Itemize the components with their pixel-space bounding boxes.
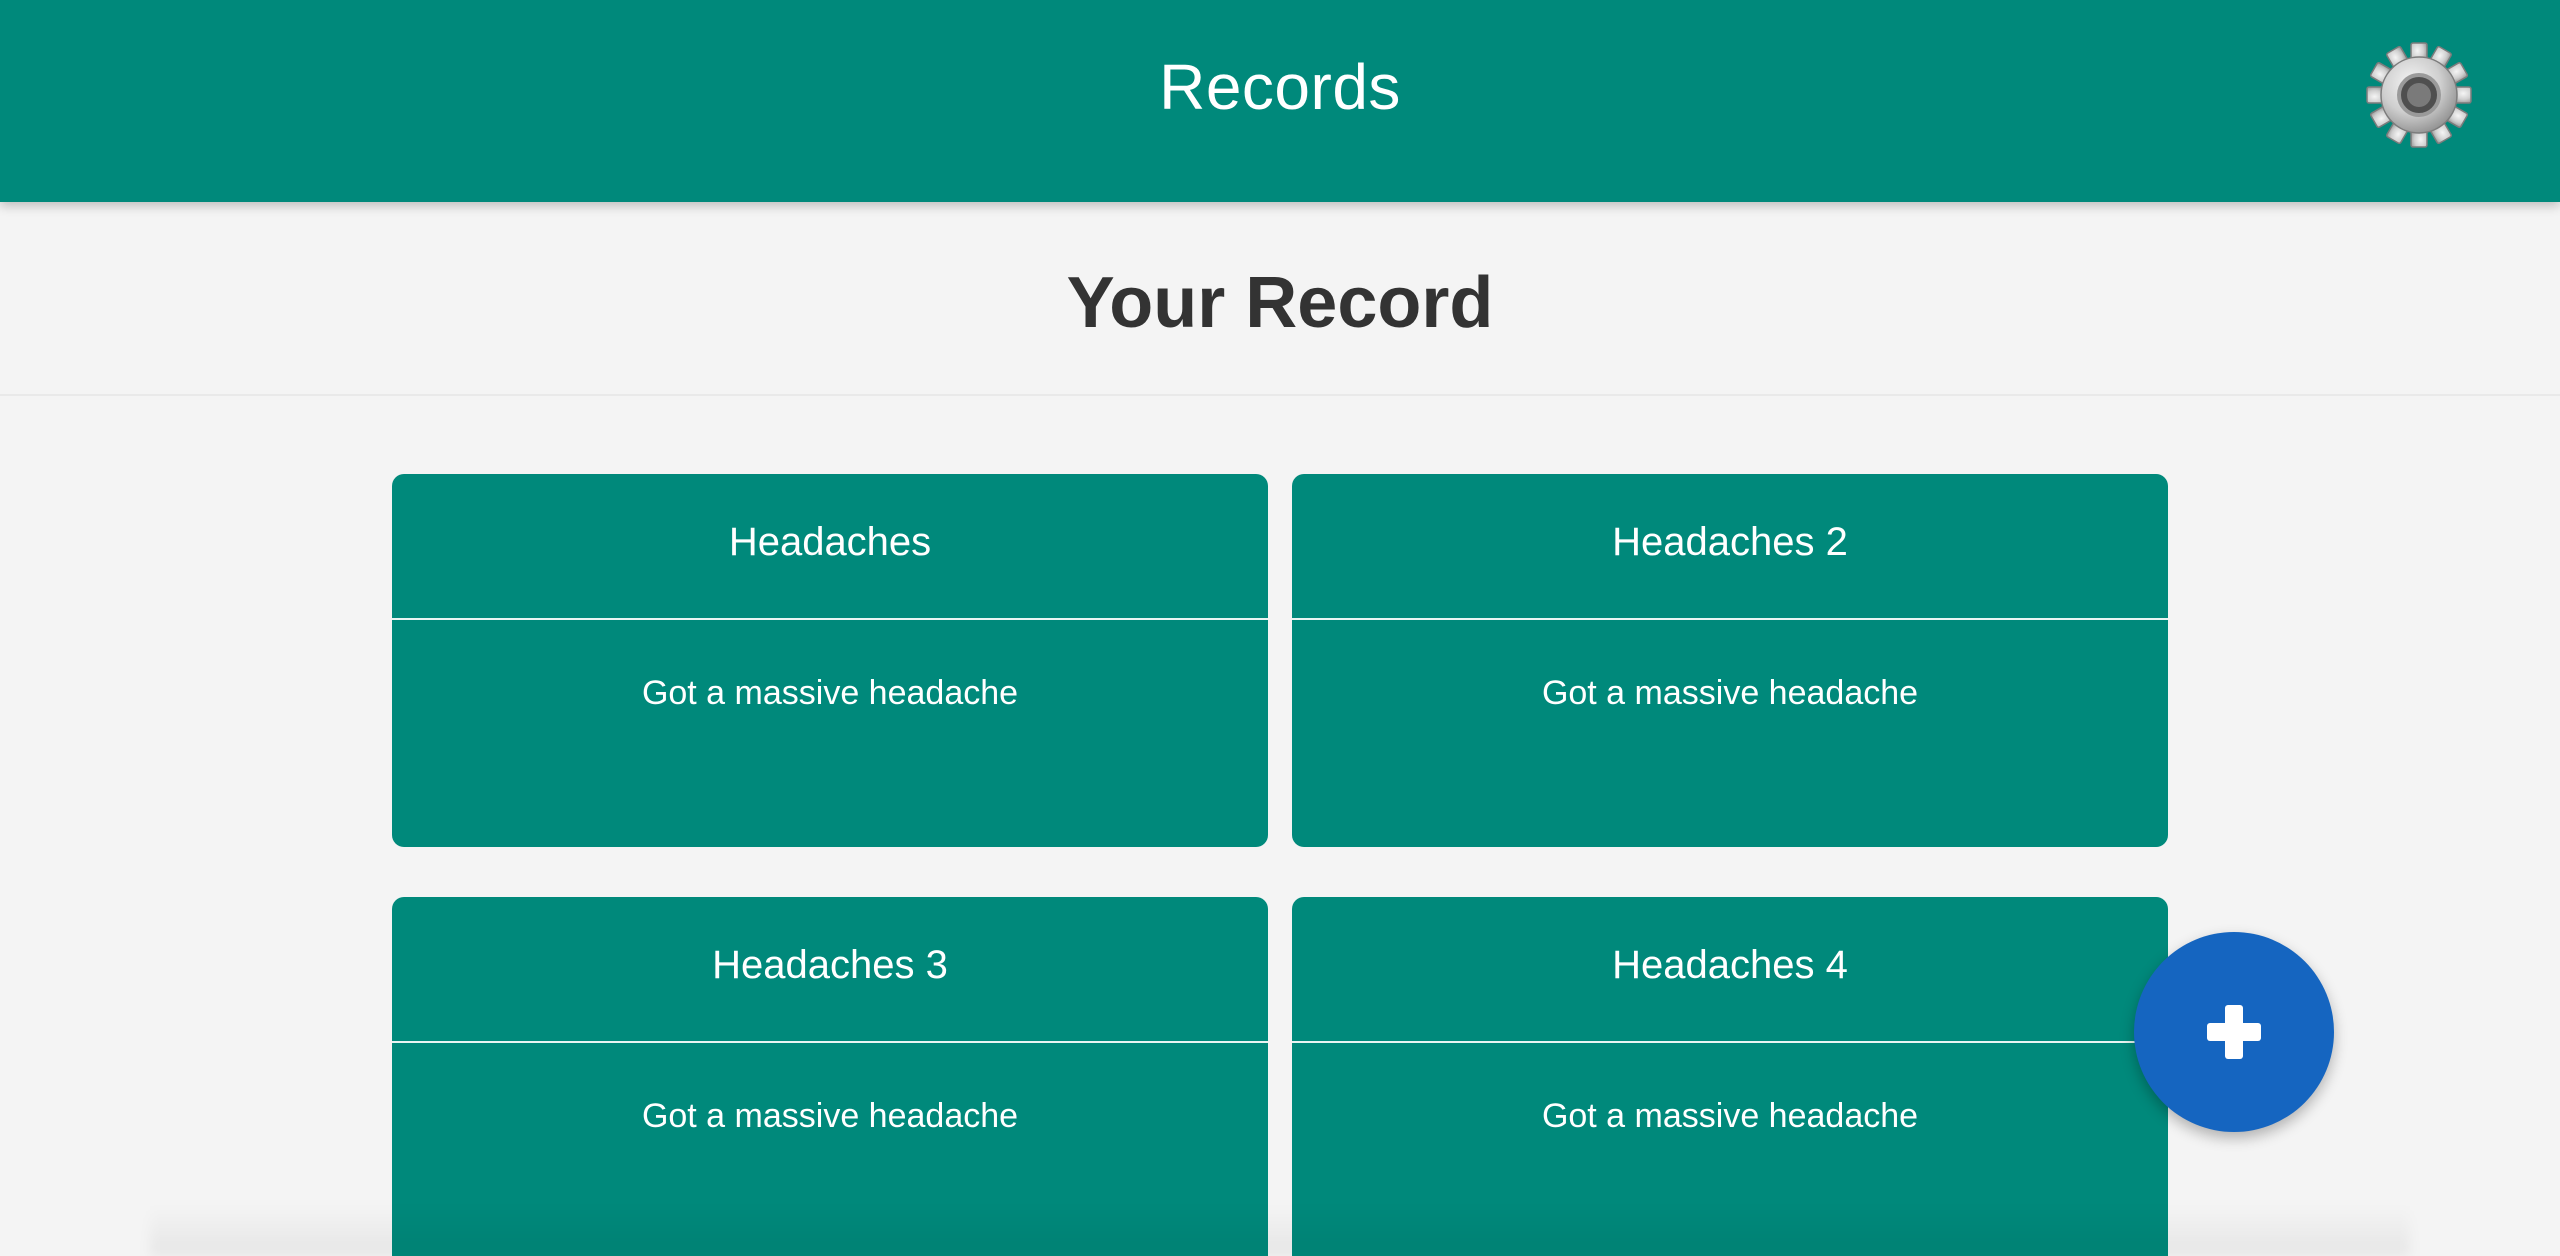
gear-icon xyxy=(2366,42,2472,148)
record-description: Got a massive headache xyxy=(1541,674,1919,712)
record-card[interactable]: Headaches 3 Got a massive headache xyxy=(392,897,1268,1256)
app-window: Records Your Record Headaches Got a mass… xyxy=(0,0,2560,1256)
record-title: Headaches 4 xyxy=(1292,897,2168,1043)
records-grid: Headaches Got a massive headache Headach… xyxy=(392,474,2168,1256)
page-title: Your Record xyxy=(1066,263,1494,343)
record-description: Got a massive headache xyxy=(1541,1097,1919,1135)
top-app-bar: Records xyxy=(0,0,2560,202)
record-title: Headaches xyxy=(392,474,1268,620)
plus-icon xyxy=(2207,1005,2261,1059)
record-title: Headaches 2 xyxy=(1292,474,2168,620)
record-card[interactable]: Headaches 4 Got a massive headache xyxy=(1292,897,2168,1256)
settings-button[interactable] xyxy=(2364,40,2474,150)
record-card[interactable]: Headaches Got a massive headache xyxy=(392,474,1268,847)
record-description: Got a massive headache xyxy=(641,1097,1019,1135)
page-heading-section: Your Record xyxy=(0,202,2560,396)
add-record-button[interactable] xyxy=(2134,932,2334,1132)
record-description: Got a massive headache xyxy=(641,674,1019,712)
record-card[interactable]: Headaches 2 Got a massive headache xyxy=(1292,474,2168,847)
record-title: Headaches 3 xyxy=(392,897,1268,1043)
app-bar-title: Records xyxy=(1159,51,1401,123)
